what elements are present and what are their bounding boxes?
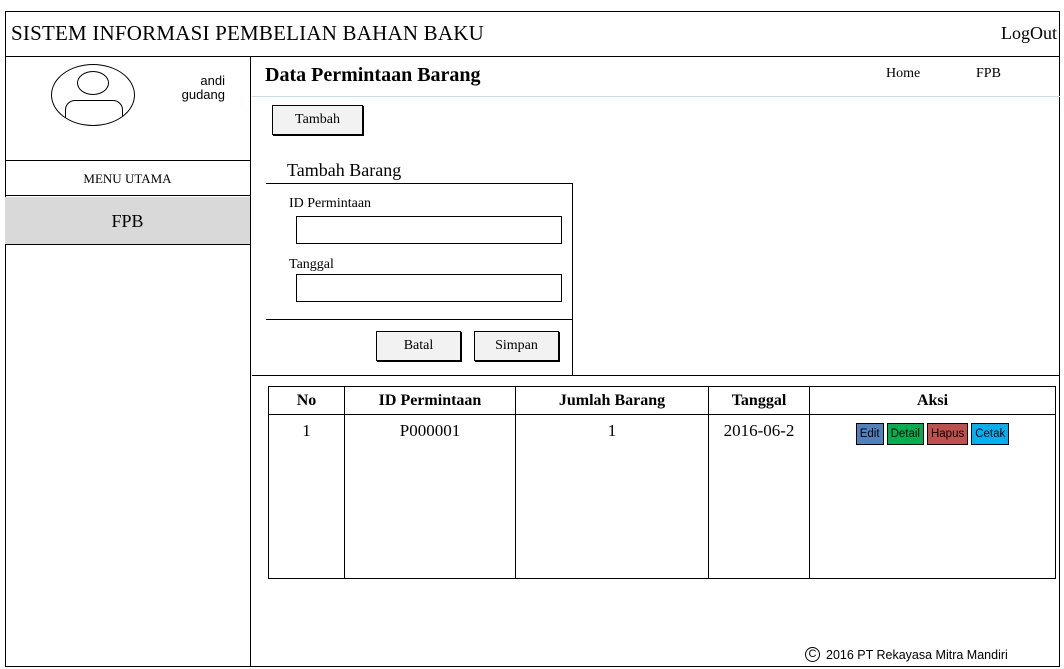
hapus-button[interactable]: Hapus [926,423,969,445]
id-permintaan-label: ID Permintaan [289,196,372,211]
sidebar: andi gudang MENU UTAMA FPB [5,57,251,667]
user-name-second: gudang [181,87,225,102]
col-header-aksi: Aksi [809,386,1056,415]
cetak-button[interactable]: Cetak [971,423,1010,445]
simpan-button[interactable]: Simpan [474,331,559,361]
id-permintaan-input[interactable] [296,216,562,244]
footer: C 2016 PT Rekayasa Mitra Mandiri [805,647,1008,662]
avatar-head [77,71,109,95]
tambah-button[interactable]: Tambah [272,105,363,135]
table-header-row: No ID Permintaan Jumlah Barang Tanggal A… [268,386,1056,415]
copyright-icon: C [805,647,820,662]
col-header-id-permintaan: ID Permintaan [344,386,516,415]
form-divider [266,319,572,320]
col-header-no: No [268,386,345,415]
cell-tanggal: 2016-06-2 [708,414,810,579]
avatar-icon [51,64,135,126]
detail-button[interactable]: Detail [886,423,924,445]
col-header-tanggal: Tanggal [708,386,810,415]
logout-link[interactable]: LogOut [1001,23,1057,44]
cell-aksi: Edit Detail Hapus Cetak [809,414,1056,579]
tanggal-input[interactable] [296,274,562,302]
menu-header: MENU UTAMA [5,160,250,196]
app-title: SISTEM INFORMASI PEMBELIAN BAHAN BAKU [11,21,484,45]
section-divider [252,375,1060,376]
cell-id-permintaan: P000001 [344,414,516,579]
title-divider [252,96,1060,97]
avatar-body [65,100,123,125]
sidebar-item-fpb[interactable]: FPB [5,197,250,245]
action-buttons: Edit Detail Hapus Cetak [810,421,1055,445]
user-name-first: andi [200,73,225,88]
edit-button[interactable]: Edit [855,423,884,445]
nav-home-link[interactable]: Home [886,66,920,82]
col-header-jumlah-barang: Jumlah Barang [515,386,709,415]
nav-fpb-link[interactable]: FPB [976,66,1001,82]
cell-no: 1 [268,414,345,579]
top-bar: SISTEM INFORMASI PEMBELIAN BAHAN BAKU Lo… [5,11,1060,57]
footer-text: 2016 PT Rekayasa Mitra Mandiri [826,647,1008,662]
table-row: 1 P000001 1 2016-06-2 Edit Detail Hapus … [268,414,1056,579]
page-title: Data Permintaan Barang [265,64,481,86]
user-name: andi gudang [165,74,225,102]
tanggal-label: Tanggal [289,257,334,272]
batal-button[interactable]: Batal [376,331,461,361]
form-title: Tambah Barang [287,160,402,180]
cell-jumlah-barang: 1 [515,414,709,579]
permintaan-table: No ID Permintaan Jumlah Barang Tanggal A… [268,386,1056,579]
